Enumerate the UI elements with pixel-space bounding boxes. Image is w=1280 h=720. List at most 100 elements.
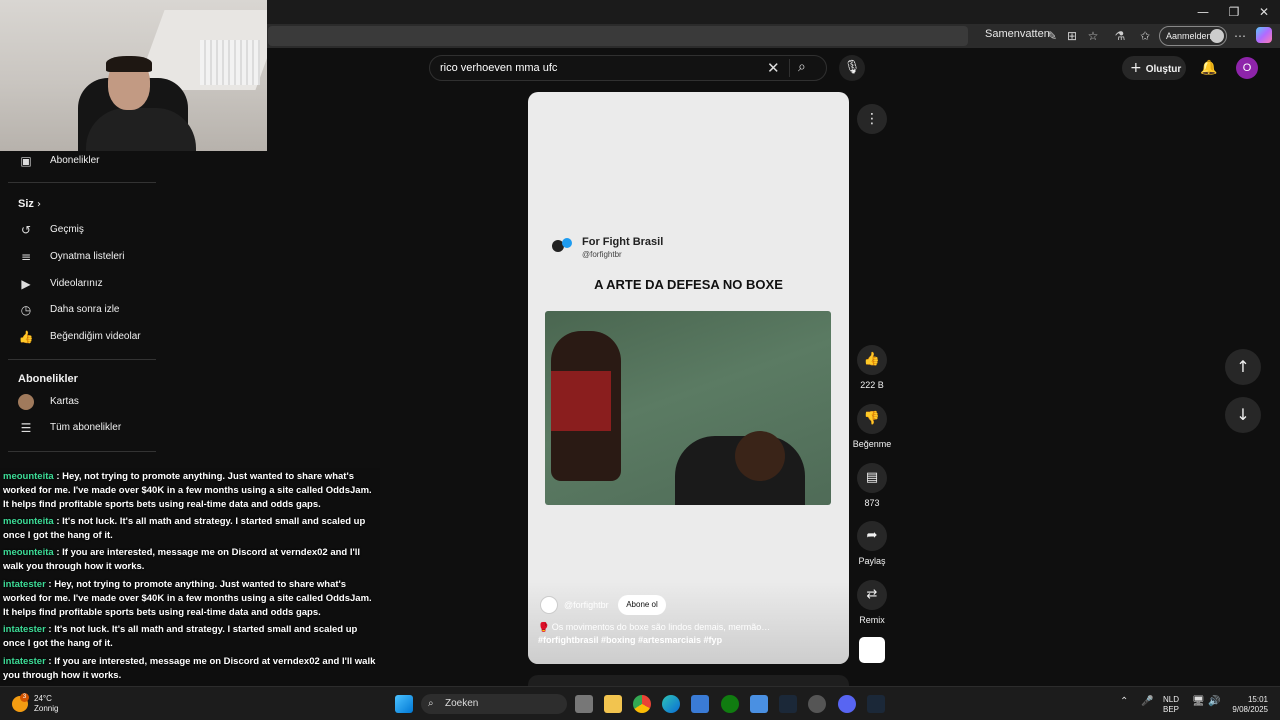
store-icon[interactable]: [691, 695, 709, 713]
microphone-icon[interactable]: 🎤: [1141, 696, 1153, 707]
comments-action[interactable]: ▤ 873: [848, 463, 896, 508]
sound-thumbnail[interactable]: [859, 637, 885, 663]
summarize-button[interactable]: Samenvatten: [985, 28, 1050, 40]
list-icon: ☰: [20, 421, 32, 435]
weather-temperature: 24°C: [34, 694, 52, 703]
chat-username: meounteita: [3, 471, 54, 482]
sidebar-item-label: Oynatma listeleri: [50, 251, 125, 262]
sidebar-subscriptions-heading: Abonelikler: [18, 373, 78, 385]
address-bar[interactable]: [268, 26, 968, 46]
sign-in-label: Aanmelden: [1166, 31, 1212, 41]
keyboard-language[interactable]: NLD BEP: [1163, 695, 1179, 715]
steam-icon[interactable]: [779, 695, 797, 713]
remix-action[interactable]: ⇄ Remix: [848, 580, 896, 625]
task-view-icon[interactable]: [575, 695, 593, 713]
like-icon[interactable]: 👍: [857, 345, 887, 375]
more-options-icon[interactable]: ⋮: [857, 104, 887, 134]
verified-badge-icon: [562, 238, 572, 248]
notifications-bell-icon[interactable]: 🔔: [1198, 57, 1220, 79]
extensions-icon[interactable]: ⚗: [1110, 26, 1130, 46]
maximize-button[interactable]: ❐: [1219, 2, 1249, 22]
video-title-text: A ARTE DA DEFESA NO BOXE: [594, 277, 783, 292]
webcam-overlay: [0, 0, 267, 151]
previous-short-button[interactable]: ↑: [1225, 349, 1261, 385]
sidebar-item-kartas[interactable]: Kartas: [18, 389, 158, 415]
more-menu-icon[interactable]: ⋯: [1230, 26, 1250, 46]
favorite-star-icon[interactable]: ☆: [1083, 26, 1103, 46]
sidebar-item-your-videos[interactable]: ▶ Videolarınız: [18, 271, 158, 297]
language-code: NLD: [1163, 695, 1180, 704]
clear-search-icon[interactable]: ✕: [767, 59, 780, 77]
comment-icon[interactable]: ▤: [857, 463, 887, 493]
video-hashtags[interactable]: #forfightbrasil #boxing #artesmarciais #…: [538, 635, 722, 645]
sign-in-button[interactable]: Aanmelden: [1159, 26, 1227, 46]
system-clock[interactable]: 15:01 9/08/2025: [1226, 695, 1268, 715]
network-icon[interactable]: 🖥: [1192, 696, 1205, 707]
sidebar-item-liked-videos[interactable]: 👍 Beğendiğim videolar: [18, 324, 158, 350]
short-video-player[interactable]: For Fight Brasil @forfightbr A ARTE DA D…: [528, 92, 849, 664]
sidebar-you-heading[interactable]: Siz ›: [18, 198, 41, 210]
liked-icon: 👍: [18, 330, 34, 344]
video-description[interactable]: 🥊 Os movimentos do boxe são lindos demai…: [538, 622, 770, 633]
app-icon[interactable]: [808, 695, 826, 713]
close-window-button[interactable]: ✕: [1249, 2, 1279, 22]
sidebar-item-subscriptions[interactable]: ▣ Abonelikler: [18, 148, 158, 174]
channel-handle-link[interactable]: @forfightbr: [564, 600, 609, 610]
chat-text: : It's not luck. It's all math and strat…: [3, 624, 358, 649]
you-heading-label: Siz: [18, 198, 34, 210]
copilot-summary-icon[interactable]: ✎: [1042, 26, 1062, 46]
xbox-icon[interactable]: [721, 695, 739, 713]
chat-message: intatester : It's not luck. It's all mat…: [3, 623, 378, 651]
chat-message: intatester : Hey, not trying to promote …: [3, 578, 378, 620]
sidebar-item-label: Beğendiğim videolar: [50, 331, 141, 342]
sidebar-item-label: Abonelikler: [50, 155, 100, 166]
favorites-icon[interactable]: ✩: [1135, 26, 1155, 46]
search-icon[interactable]: ⌕: [798, 59, 806, 75]
chat-text: : If you are interested, message me on D…: [3, 656, 376, 681]
subscriptions-icon: ▣: [20, 154, 32, 168]
app-icon[interactable]: [750, 695, 768, 713]
like-action[interactable]: 👍 222 B: [848, 345, 896, 390]
edge-icon[interactable]: [662, 695, 680, 713]
chat-text: : It's not luck. It's all math and strat…: [3, 516, 366, 541]
subscribe-button[interactable]: Abone ol: [618, 595, 666, 615]
sidebar-item-history[interactable]: ↺ Geçmiş: [18, 217, 158, 243]
clock-date: 9/08/2025: [1232, 705, 1268, 714]
create-button[interactable]: + Oluştur: [1122, 56, 1186, 80]
taskbar-search[interactable]: ⌕ Zoeken: [421, 694, 567, 714]
search-input[interactable]: rico verhoeven mma ufc: [440, 62, 557, 74]
start-windows-icon[interactable]: [395, 695, 413, 713]
comment-count: 873: [864, 498, 880, 508]
tray-chevron-icon[interactable]: ⌃: [1120, 696, 1128, 707]
volume-icon[interactable]: 🔊: [1208, 696, 1220, 707]
voice-search-icon[interactable]: 🎙: [839, 55, 865, 81]
account-avatar[interactable]: O: [1236, 57, 1258, 79]
steam-icon[interactable]: [867, 695, 885, 713]
share-label: Paylaş: [858, 556, 886, 566]
remix-icon[interactable]: ⇄: [857, 580, 887, 610]
dislike-action[interactable]: 👎 Beğenme: [848, 404, 896, 449]
search-box[interactable]: rico verhoeven mma ufc ✕ ⌕: [429, 55, 827, 81]
webcam-person-hair: [106, 56, 152, 72]
sidebar-divider: [8, 359, 156, 360]
plus-icon: +: [1130, 60, 1142, 76]
split-screen-icon[interactable]: ⊞: [1062, 26, 1082, 46]
share-action[interactable]: ➦ Paylaş: [848, 521, 896, 566]
share-icon[interactable]: ➦: [857, 521, 887, 551]
chat-username: meounteita: [3, 516, 54, 527]
sidebar-item-all-subscriptions[interactable]: ☰ Tüm abonelikler: [18, 415, 158, 441]
minimize-button[interactable]: —: [1188, 2, 1218, 22]
copilot-icon[interactable]: [1256, 27, 1272, 43]
discord-icon[interactable]: [838, 695, 856, 713]
channel-avatar[interactable]: [540, 596, 558, 614]
sidebar-item-playlists[interactable]: ≡ Oynatma listeleri: [18, 244, 158, 270]
weather-widget[interactable]: 24°C Zonnig: [34, 694, 58, 714]
chat-text: : If you are interested, message me on D…: [3, 547, 361, 572]
watch-later-icon: ◷: [20, 303, 32, 317]
stream-chat-overlay: meounteita : Hey, not trying to promote …: [0, 468, 380, 686]
next-short-button[interactable]: ↓: [1225, 397, 1261, 433]
file-explorer-icon[interactable]: [604, 695, 622, 713]
chrome-icon[interactable]: [633, 695, 651, 713]
sidebar-item-watch-later[interactable]: ◷ Daha sonra izle: [18, 297, 158, 323]
dislike-icon[interactable]: 👎: [857, 404, 887, 434]
